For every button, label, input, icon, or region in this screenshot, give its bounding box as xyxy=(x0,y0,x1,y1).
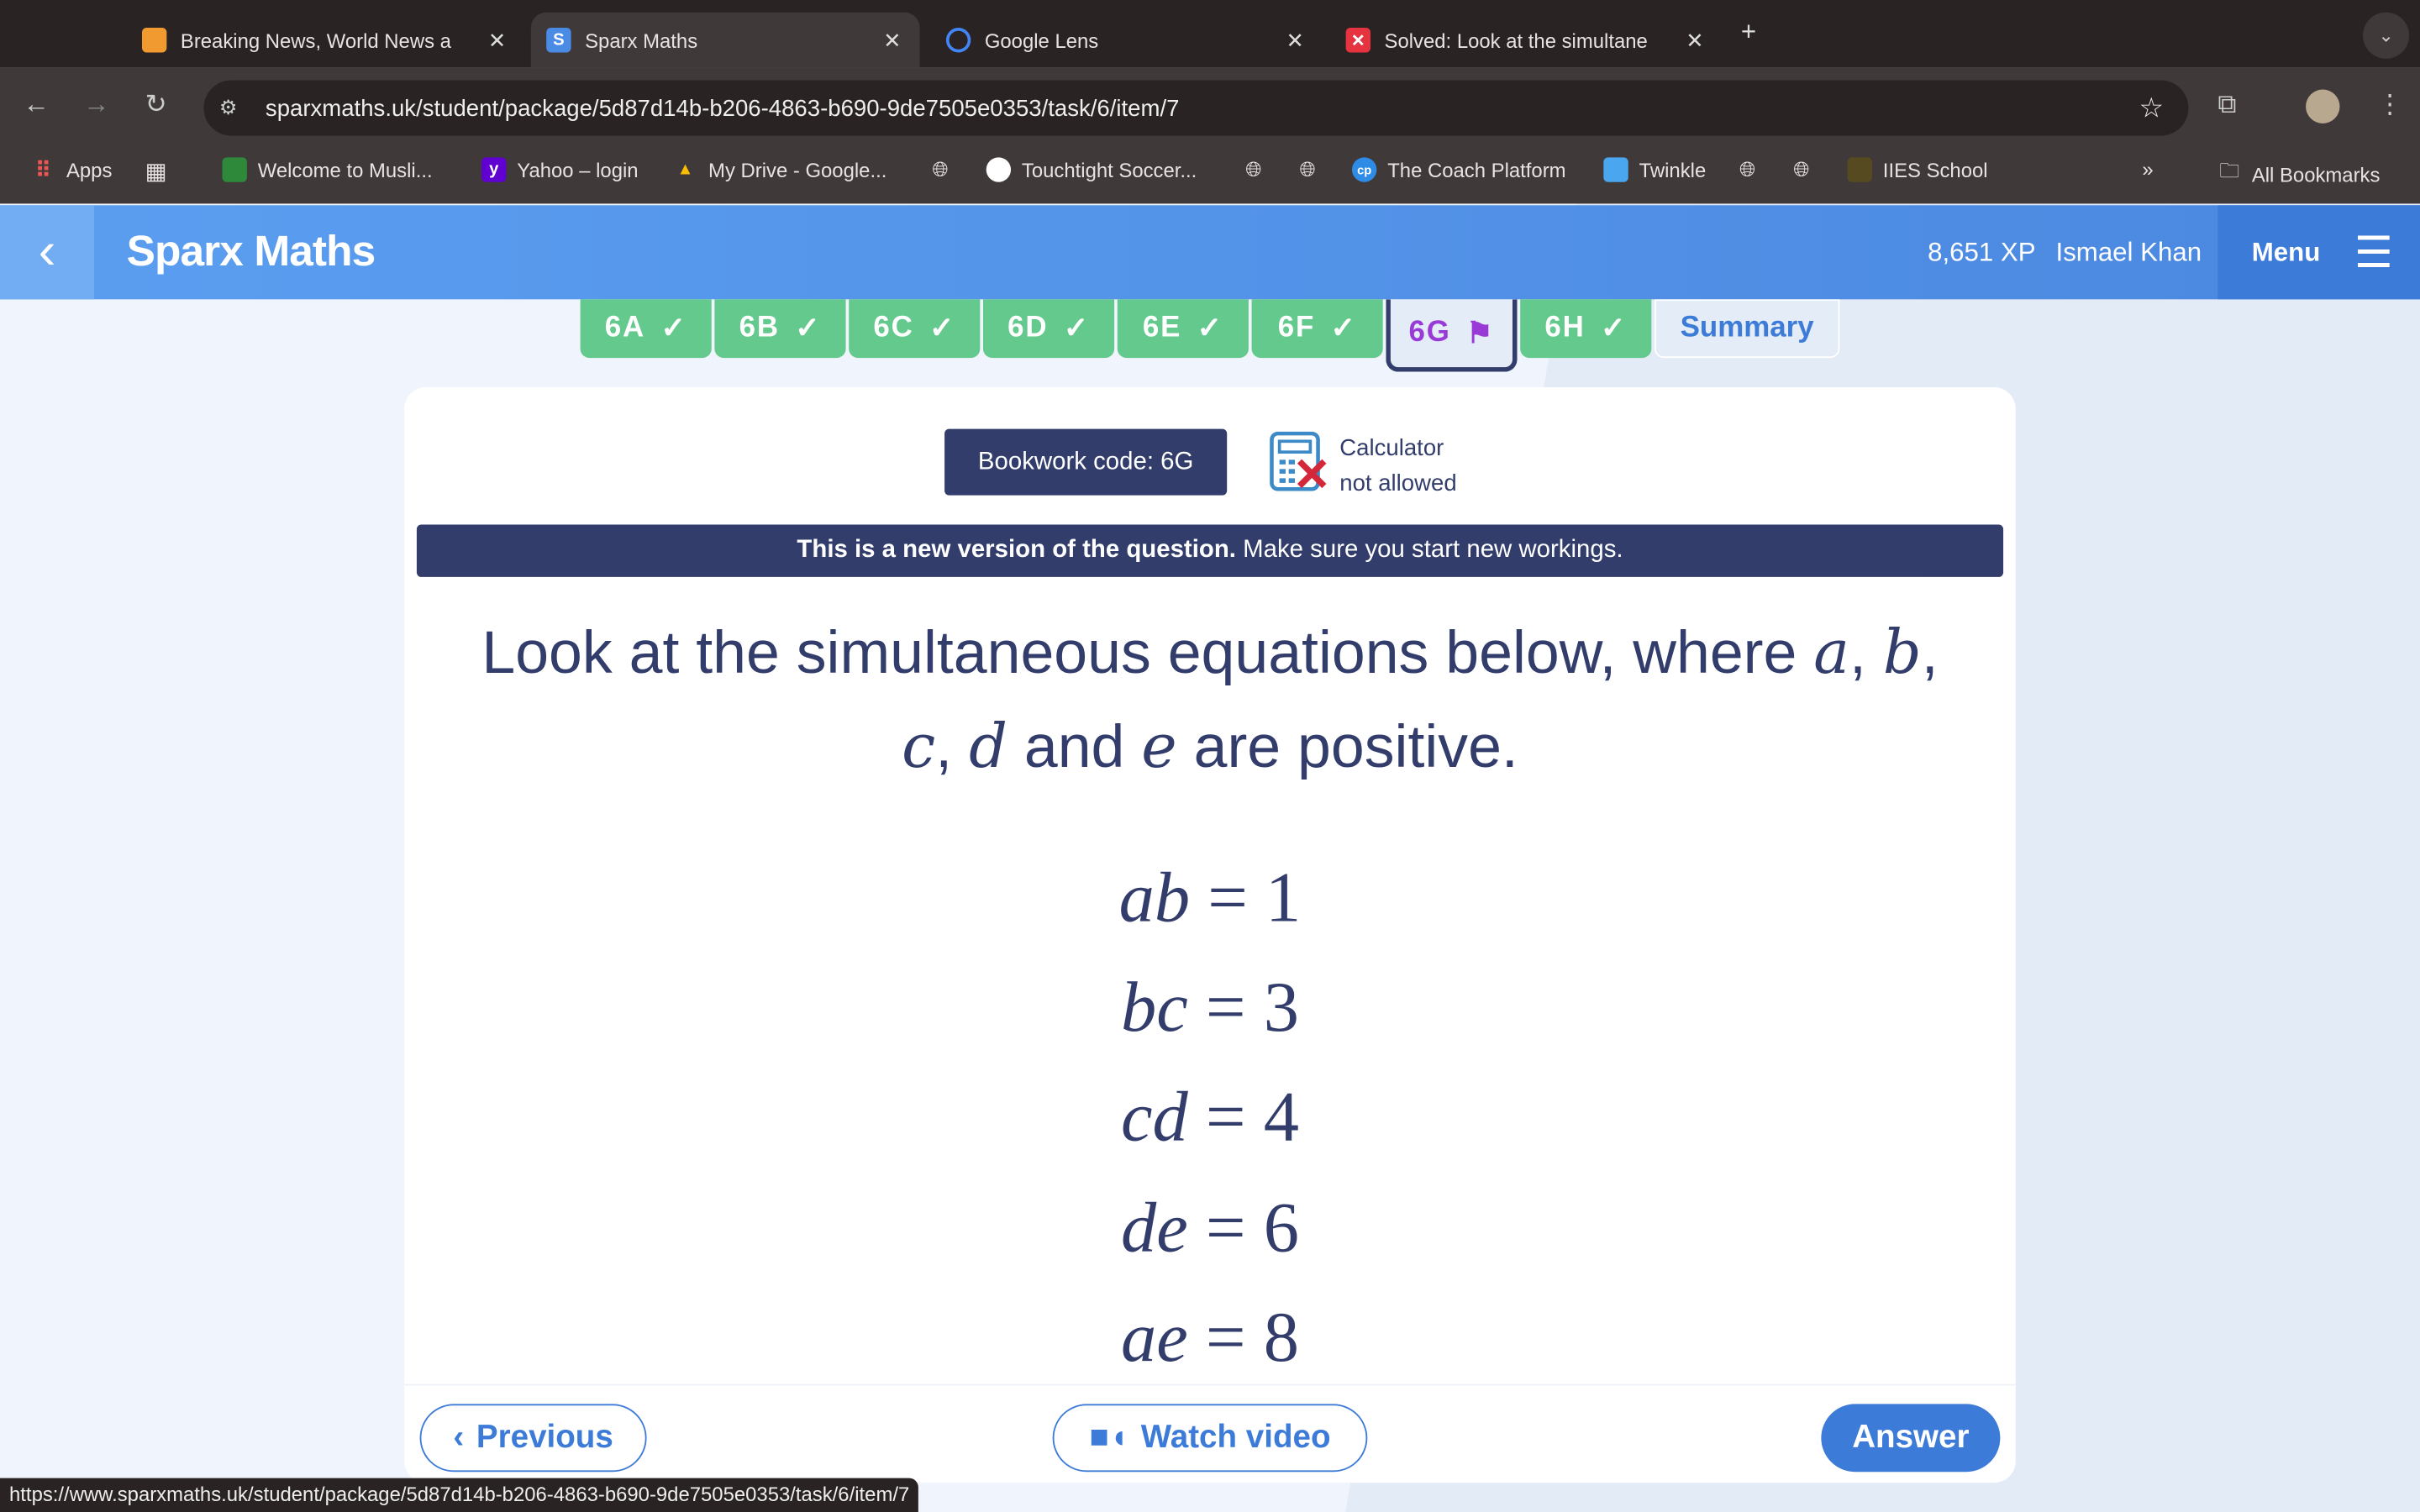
tab-6g[interactable]: 6G ⚑ xyxy=(1386,299,1518,372)
news-icon xyxy=(141,28,167,53)
forward-icon[interactable]: → xyxy=(83,90,109,121)
apps-grid-icon: ⠿ xyxy=(34,156,51,181)
close-icon[interactable]: ✕ xyxy=(883,27,902,53)
bookmark-favicon xyxy=(222,157,247,182)
folder-icon: 🗀 xyxy=(2219,159,2240,182)
star-icon[interactable]: ☆ xyxy=(2139,92,2164,124)
browser-tab[interactable]: S Sparx Maths ✕ xyxy=(530,12,920,68)
close-icon[interactable]: ✕ xyxy=(1286,27,1304,53)
calculator-not-allowed-icon xyxy=(1270,431,1327,491)
watch-video-button[interactable]: ■◖ Watch video xyxy=(1052,1404,1368,1473)
check-icon: ✓ xyxy=(1601,312,1628,345)
xp-count: 8,651 XP xyxy=(1928,237,2036,267)
tab-groups-icon[interactable]: ▦ xyxy=(145,157,167,185)
bookmark[interactable]: Touchtight Soccer... xyxy=(986,157,1197,182)
brand-title: Sparx Maths xyxy=(126,226,376,275)
equation: de = 6 xyxy=(1121,1188,1299,1267)
chevron-left-icon: ‹ xyxy=(38,222,56,281)
close-icon[interactable]: ✕ xyxy=(488,27,507,53)
question-footer: ‹ Previous ■◖ Watch video Answer xyxy=(404,1383,2016,1483)
check-icon: ✓ xyxy=(660,312,687,345)
check-icon: ✓ xyxy=(1330,312,1357,345)
globe-icon[interactable]: 🌐︎ xyxy=(1793,157,1809,181)
bookmark[interactable]: cp The Coach Platform xyxy=(1351,157,1566,182)
equation: ab = 1 xyxy=(1118,858,1302,937)
check-icon: ✓ xyxy=(929,312,956,345)
task-tabs: 6A ✓ 6B ✓ 6C ✓ 6D ✓ 6E ✓ 6F ✓ 6G ⚑ 6H ✓ Summary xyxy=(580,299,1840,372)
tab-6b[interactable]: 6B ✓ xyxy=(714,299,846,359)
equation: cd = 4 xyxy=(1121,1077,1299,1156)
check-icon: ✓ xyxy=(1063,312,1090,345)
sparx-icon: S xyxy=(546,28,571,53)
tab-summary[interactable]: Summary xyxy=(1654,299,1840,359)
iies-icon xyxy=(1847,157,1872,182)
bookmark[interactable]: ▲ My Drive - Google... xyxy=(673,157,886,181)
address-bar[interactable]: ⚙ sparxmaths.uk/student/package/5d87d14b-… xyxy=(203,80,2189,136)
tab-6e[interactable]: 6E ✓ xyxy=(1117,299,1249,359)
back-icon[interactable]: ← xyxy=(24,90,50,121)
coach-icon: cp xyxy=(1351,157,1377,182)
hamburger-icon: ☰ xyxy=(2354,228,2393,276)
all-bookmarks[interactable]: 🗀 All Bookmarks xyxy=(2219,157,2380,191)
tab-6f[interactable]: 6F ✓ xyxy=(1251,299,1383,359)
screen: Breaking News, World News a ✕ S Sparx Math… xyxy=(0,0,2420,1512)
google-lens-icon xyxy=(945,28,971,53)
check-icon: ✓ xyxy=(795,312,822,345)
avatar[interactable] xyxy=(2306,89,2340,123)
globe-icon[interactable]: 🌐︎ xyxy=(1739,157,1755,181)
answer-button[interactable]: Answer xyxy=(1821,1404,2001,1473)
question-text: Look at the simultaneous equations below… xyxy=(481,618,1939,783)
yahoo-icon: y xyxy=(481,157,507,182)
browser-tab[interactable]: Breaking News, World News a ✕ xyxy=(127,13,525,68)
question-card: Bookwork code: 6G Calculator not allowed … xyxy=(404,387,2016,1483)
video-camera-icon: ■◖ xyxy=(1089,1419,1129,1456)
calculator-status: Calculator not allowed xyxy=(1339,434,1457,497)
close-icon[interactable]: ✕ xyxy=(1686,27,1704,53)
drive-icon: ▲ xyxy=(676,160,694,180)
globe-icon[interactable]: 🌐︎ xyxy=(1245,157,1261,181)
globe-icon[interactable]: 🌐︎ xyxy=(1300,157,1316,181)
reload-icon[interactable]: ↻ xyxy=(145,90,167,121)
menu-button[interactable]: Menu ☰ xyxy=(2217,205,2420,300)
bookmark-favicon xyxy=(986,157,1012,182)
chegg-icon: ✕ xyxy=(1345,28,1371,53)
tab-6c[interactable]: 6C ✓ xyxy=(849,299,981,359)
browser-toolbar: ← → ↻ ⚙ sparxmaths.uk/student/package/5d8… xyxy=(0,67,2420,204)
flag-icon: ⚑ xyxy=(1466,317,1495,350)
equation: ae = 8 xyxy=(1121,1297,1299,1377)
browser-tab[interactable]: ✕ Solved: Look at the simultane ✕ xyxy=(1330,13,1723,68)
bookmark-apps[interactable]: ⠿ Apps xyxy=(31,156,112,181)
bookwork-code: Bookwork code: 6G xyxy=(944,428,1228,496)
bookmark[interactable]: Welcome to Musli... xyxy=(222,157,433,182)
back-button[interactable]: ‹ xyxy=(0,205,95,300)
check-icon: ✓ xyxy=(1197,312,1223,345)
globe-icon[interactable]: 🌐︎ xyxy=(932,157,948,181)
bookmark[interactable]: IIES School xyxy=(1847,157,1988,182)
user-name[interactable]: Ismael Khan xyxy=(2056,238,2202,269)
extensions-icon[interactable]: ⧉ xyxy=(2217,90,2236,121)
site-settings-icon[interactable]: ⚙ xyxy=(219,96,237,120)
previous-button[interactable]: ‹ Previous xyxy=(419,1404,647,1473)
bookmark[interactable]: y Yahoo – login xyxy=(481,157,639,182)
more-bookmarks-icon[interactable]: » xyxy=(2142,157,2153,181)
app-header: ‹ Sparx Maths 8,651 XP Ismael Khan Menu ☰ xyxy=(0,205,2420,300)
new-version-notice: This is a new version of the question. M… xyxy=(416,524,2004,577)
more-icon[interactable]: ⋮ xyxy=(2377,90,2403,121)
browser-tab-bar: Breaking News, World News a ✕ S Sparx Math… xyxy=(0,0,2420,68)
chevron-left-icon: ‹ xyxy=(453,1419,465,1456)
browser-tab[interactable]: Google Lens ✕ xyxy=(931,13,1323,68)
status-bar-url: https://www.sparxmaths.uk/student/packag… xyxy=(0,1478,919,1512)
bookmark[interactable]: Twinkle xyxy=(1603,157,1706,182)
tab-6a[interactable]: 6A ✓ xyxy=(580,299,712,359)
tab-search-icon[interactable]: ⌄ xyxy=(2363,12,2410,59)
twinkle-icon xyxy=(1603,157,1628,182)
tab-6d[interactable]: 6D ✓ xyxy=(982,299,1115,359)
tab-6h[interactable]: 6H ✓ xyxy=(1520,299,1652,359)
equation: bc = 3 xyxy=(1121,967,1299,1047)
new-tab-icon[interactable]: + xyxy=(1741,17,1756,48)
